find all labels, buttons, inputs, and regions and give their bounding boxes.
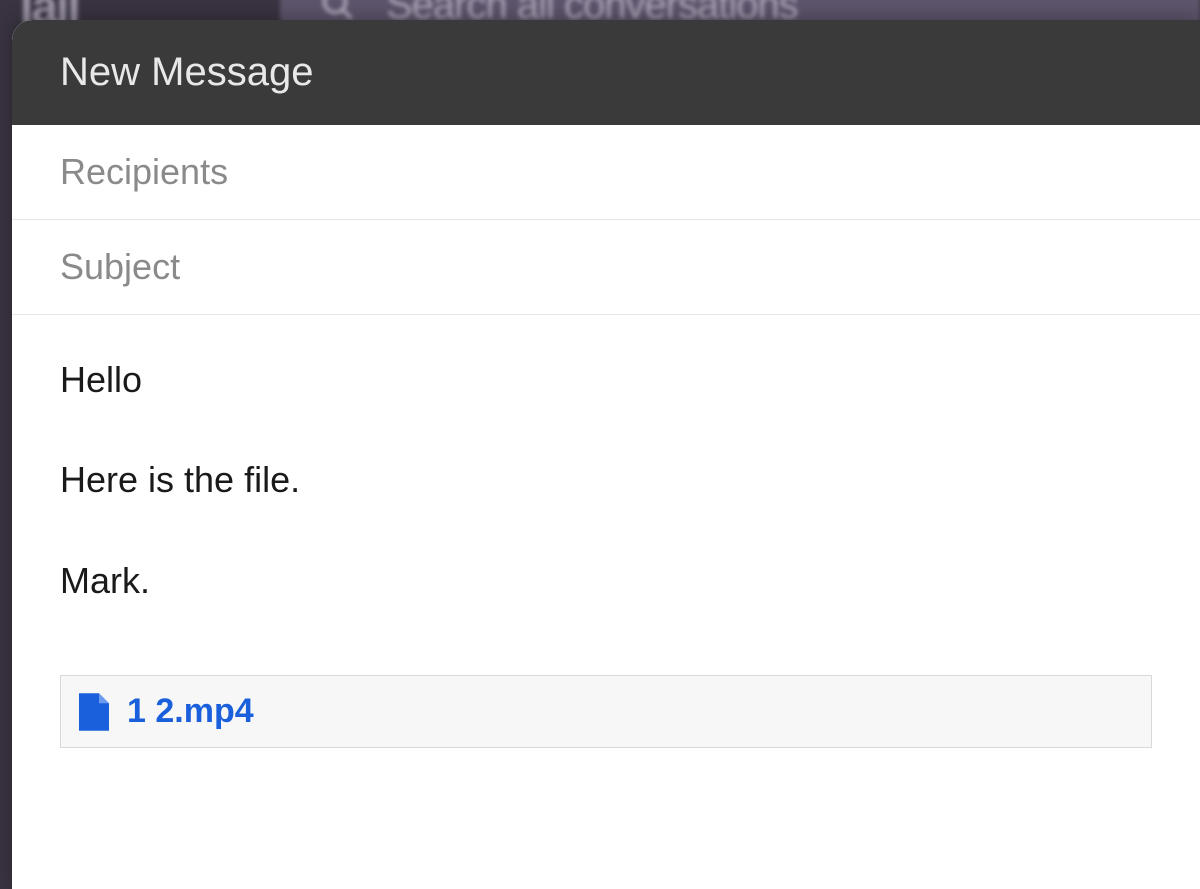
subject-placeholder: Subject bbox=[60, 246, 180, 287]
compose-body: Recipients Subject Hello Here is the fil… bbox=[12, 125, 1200, 778]
subject-field[interactable]: Subject bbox=[12, 220, 1200, 315]
compose-title: New Message bbox=[60, 50, 313, 94]
compose-title-bar[interactable]: New Message bbox=[12, 20, 1200, 125]
attachment-filename: 1 2.mp4 bbox=[127, 692, 254, 731]
attachment-area: 1 2.mp4 bbox=[12, 675, 1200, 778]
recipients-field[interactable]: Recipients bbox=[12, 125, 1200, 220]
body-line-1: Hello bbox=[60, 355, 1152, 405]
recipients-placeholder: Recipients bbox=[60, 151, 228, 192]
message-body-editor[interactable]: Hello Here is the file. Mark. bbox=[12, 315, 1200, 675]
attachment-chip[interactable]: 1 2.mp4 bbox=[60, 675, 1152, 748]
body-line-3: Mark. bbox=[60, 556, 1152, 606]
compose-dialog: New Message Recipients Subject Hello Her… bbox=[12, 20, 1200, 889]
file-icon bbox=[79, 693, 109, 731]
body-line-2: Here is the file. bbox=[60, 455, 1152, 505]
